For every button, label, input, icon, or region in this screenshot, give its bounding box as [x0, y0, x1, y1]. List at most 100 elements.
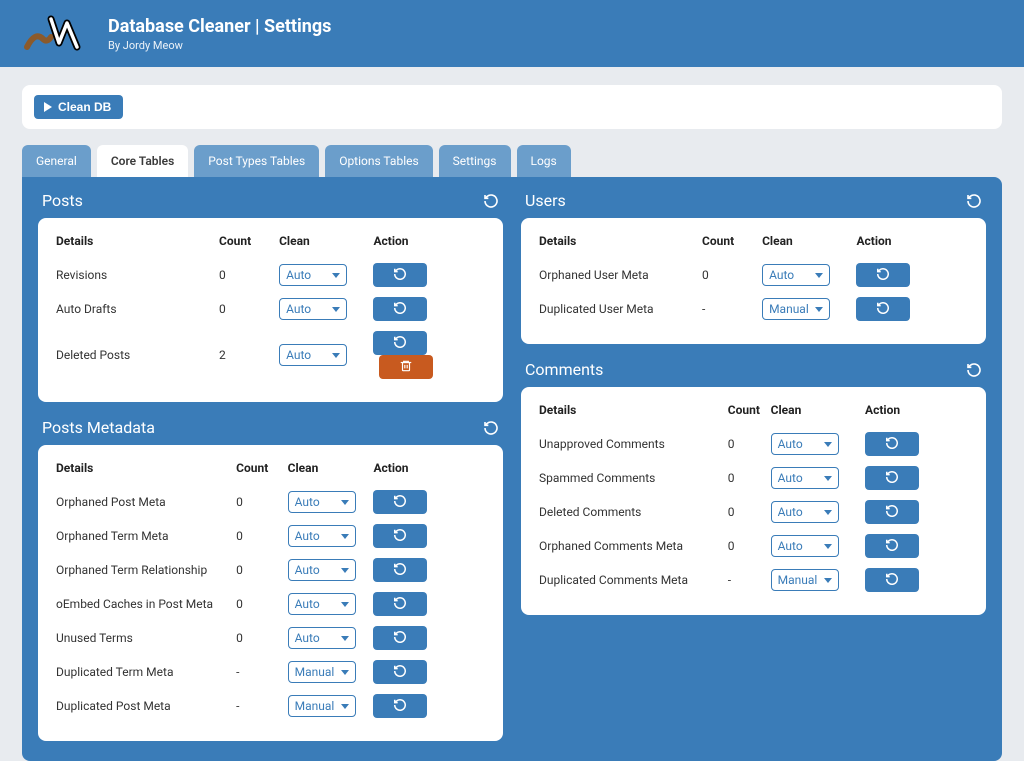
run-clean-button[interactable]	[865, 466, 919, 490]
clean-mode-select[interactable]: Auto	[288, 627, 356, 649]
run-clean-button[interactable]	[373, 626, 427, 650]
run-clean-button[interactable]	[865, 500, 919, 524]
tab-post-types-tables[interactable]: Post Types Tables	[194, 145, 319, 177]
table-row: Orphaned User Meta0Auto	[539, 258, 968, 292]
tab-settings[interactable]: Settings	[439, 145, 511, 177]
posts-title: Posts	[42, 191, 83, 210]
select-value: Auto	[295, 495, 320, 509]
refresh-icon	[876, 267, 890, 284]
users-title: Users	[525, 191, 566, 210]
clean-db-button[interactable]: Clean DB	[34, 95, 123, 119]
chevron-down-icon	[824, 476, 832, 481]
tab-general[interactable]: General	[22, 145, 91, 177]
row-count: 0	[728, 461, 771, 495]
select-value: Auto	[295, 563, 320, 577]
refresh-icon	[885, 572, 899, 589]
clean-mode-select[interactable]: Auto	[288, 491, 356, 513]
tabs: General Core Tables Post Types Tables Op…	[22, 145, 1002, 177]
col-details: Details	[539, 234, 702, 258]
refresh-icon[interactable]	[483, 193, 499, 209]
chevron-down-icon	[341, 636, 349, 641]
clean-mode-select[interactable]: Auto	[288, 525, 356, 547]
run-clean-button[interactable]	[373, 558, 427, 582]
run-clean-button[interactable]	[856, 263, 910, 287]
clean-mode-select[interactable]: Auto	[279, 298, 347, 320]
clean-mode-select[interactable]: Manual	[771, 569, 839, 591]
clean-mode-select[interactable]: Auto	[771, 467, 839, 489]
select-value: Auto	[286, 302, 311, 316]
row-count: 2	[219, 326, 279, 384]
row-label: Unapproved Comments	[539, 427, 728, 461]
trash-icon	[399, 359, 413, 376]
title-block: Database Cleaner | Settings By Jordy Meo…	[108, 16, 331, 52]
row-count: 0	[728, 495, 771, 529]
clean-mode-select[interactable]: Auto	[288, 559, 356, 581]
delete-button[interactable]	[379, 355, 433, 379]
page-title: Database Cleaner | Settings	[108, 16, 331, 37]
row-label: Spammed Comments	[539, 461, 728, 495]
row-label: Orphaned Comments Meta	[539, 529, 728, 563]
row-count: 0	[728, 427, 771, 461]
refresh-icon[interactable]	[966, 362, 982, 378]
clean-mode-select[interactable]: Auto	[771, 433, 839, 455]
clean-mode-select[interactable]: Manual	[288, 695, 356, 717]
row-count: 0	[728, 529, 771, 563]
tab-core-tables[interactable]: Core Tables	[97, 145, 188, 177]
row-count: -	[236, 689, 287, 723]
comments-rows: Unapproved Comments0AutoSpammed Comments…	[539, 427, 968, 597]
clean-mode-select[interactable]: Auto	[771, 501, 839, 523]
table-row: Deleted Comments0Auto	[539, 495, 968, 529]
table-row: Duplicated User Meta-Manual	[539, 292, 968, 326]
row-count: 0	[236, 485, 287, 519]
run-clean-button[interactable]	[865, 568, 919, 592]
clean-mode-select[interactable]: Auto	[762, 264, 830, 286]
clean-mode-select[interactable]: Auto	[279, 344, 347, 366]
run-clean-button[interactable]	[373, 524, 427, 548]
col-count: Count	[236, 461, 287, 485]
chevron-down-icon	[341, 500, 349, 505]
refresh-icon[interactable]	[483, 420, 499, 436]
app-header: Database Cleaner | Settings By Jordy Meo…	[0, 0, 1024, 67]
run-clean-button[interactable]	[865, 534, 919, 558]
row-label: Duplicated Term Meta	[56, 655, 236, 689]
refresh-icon	[393, 698, 407, 715]
run-clean-button[interactable]	[373, 331, 427, 355]
row-label: Deleted Posts	[56, 326, 219, 384]
select-value: Auto	[778, 471, 803, 485]
row-label: Duplicated Post Meta	[56, 689, 236, 723]
chevron-down-icon	[824, 578, 832, 583]
table-row: Duplicated Term Meta-Manual	[56, 655, 485, 689]
posts-metadata-section: Posts Metadata Details Count Clean Actio…	[38, 418, 503, 741]
refresh-icon	[393, 562, 407, 579]
clean-mode-select[interactable]: Manual	[288, 661, 356, 683]
table-row: Orphaned Comments Meta0Auto	[539, 529, 968, 563]
table-row: Auto Drafts0Auto	[56, 292, 485, 326]
row-label: Orphaned User Meta	[539, 258, 702, 292]
run-clean-button[interactable]	[373, 592, 427, 616]
row-label: Orphaned Term Relationship	[56, 553, 236, 587]
clean-mode-select[interactable]: Auto	[771, 535, 839, 557]
run-clean-button[interactable]	[373, 694, 427, 718]
left-column: Posts Details Count Clean Action R	[38, 191, 503, 741]
clean-mode-select[interactable]: Auto	[288, 593, 356, 615]
run-clean-button[interactable]	[373, 297, 427, 321]
clean-mode-select[interactable]: Auto	[279, 264, 347, 286]
clean-mode-select[interactable]: Manual	[762, 298, 830, 320]
tab-options-tables[interactable]: Options Tables	[325, 145, 432, 177]
select-value: Auto	[295, 631, 320, 645]
run-clean-button[interactable]	[373, 660, 427, 684]
run-clean-button[interactable]	[856, 297, 910, 321]
refresh-icon[interactable]	[966, 193, 982, 209]
tab-logs[interactable]: Logs	[517, 145, 571, 177]
row-label: Orphaned Post Meta	[56, 485, 236, 519]
refresh-icon	[885, 504, 899, 521]
chevron-down-icon	[815, 307, 823, 312]
run-clean-button[interactable]	[865, 432, 919, 456]
refresh-icon	[393, 664, 407, 681]
chevron-down-icon	[824, 510, 832, 515]
col-details: Details	[539, 403, 728, 427]
run-clean-button[interactable]	[373, 263, 427, 287]
app-logo	[18, 10, 88, 58]
run-clean-button[interactable]	[373, 490, 427, 514]
select-value: Auto	[295, 529, 320, 543]
